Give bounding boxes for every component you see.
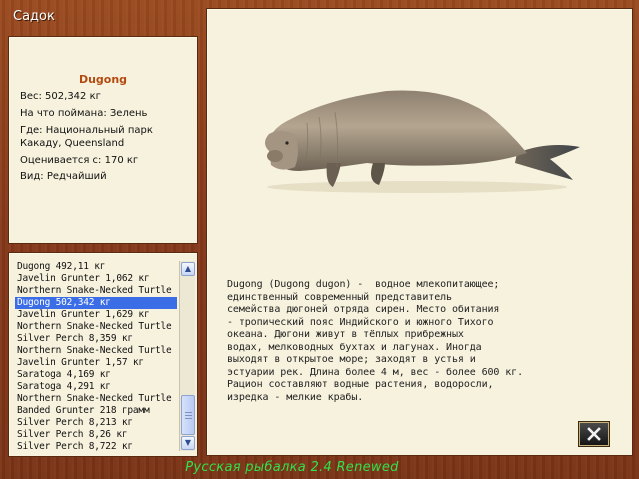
catch-list-item[interactable]: Javelin Grunter 1,57 кг	[15, 357, 177, 369]
catch-list-item[interactable]: Northern Snake-Necked Turtle	[15, 393, 177, 405]
weight-text: Вес: 502,342 кг	[20, 91, 101, 102]
catch-list-panel: Dugong 492,11 кг Javelin Grunter 1,062 кг…	[8, 252, 198, 457]
catch-list-item[interactable]: Northern Snake-Necked Turtle	[15, 321, 177, 333]
list-scrollbar[interactable]: ▲ ▼	[179, 261, 195, 451]
catch-list-item[interactable]: Northern Snake-Necked Turtle	[15, 285, 177, 297]
catch-list-item[interactable]: Silver Perch 8,213 кг	[15, 417, 177, 429]
catch-list-item[interactable]: Saratoga 4,169 кг	[15, 369, 177, 381]
close-x-icon	[587, 427, 601, 441]
grip-line	[185, 412, 192, 413]
species-type-text: Вид: Редчайший	[20, 171, 107, 182]
catch-list-item[interactable]: Dugong 492,11 кг	[15, 261, 177, 273]
catch-list-item[interactable]: Dugong 502,342 кг	[15, 297, 177, 309]
catch-list[interactable]: Dugong 492,11 кг Javelin Grunter 1,062 кг…	[15, 261, 177, 451]
game-version-footer: Русская рыбалка 2.4 Renewed	[185, 460, 399, 475]
description-panel: Dugong (Dugong dugon) - водное млекопита…	[206, 8, 633, 456]
dugong-eye	[285, 141, 289, 145]
catch-list-item[interactable]: Silver Perch 8,359 кг	[15, 333, 177, 345]
value-text: Оценивается с: 170 кг	[20, 155, 139, 166]
catch-list-item[interactable]: Silver Perch 8,26 кг	[15, 429, 177, 441]
catch-list-item[interactable]: Northern Snake-Necked Turtle	[15, 345, 177, 357]
bait-text: На что поймана: Зелень	[20, 108, 148, 119]
chevron-down-icon[interactable]: ▼	[181, 436, 195, 450]
catch-list-item[interactable]: Javelin Grunter 1,629 кг	[15, 309, 177, 321]
species-description: Dugong (Dugong dugon) - водное млекопита…	[227, 279, 524, 403]
catch-list-item[interactable]: Silver Perch 8,722 кг	[15, 441, 177, 451]
catch-list-item[interactable]: Javelin Grunter 1,062 кг	[15, 273, 177, 285]
catch-list-item[interactable]: Banded Grunter 218 грамм	[15, 405, 177, 417]
grip-line	[185, 418, 192, 419]
catch-info-panel: Dugong Вес: 502,342 кг На что поймана: З…	[8, 36, 198, 244]
grip-line	[185, 415, 192, 416]
dugong-tail	[515, 145, 580, 180]
shadow	[267, 181, 567, 193]
location-text: Где: Национальный парк Какаду, Queenslan…	[20, 125, 153, 149]
dugong-head	[265, 130, 298, 170]
chevron-up-icon[interactable]: ▲	[181, 262, 195, 276]
catch-list-item[interactable]: Saratoga 4,291 кг	[15, 381, 177, 393]
dugong-image	[265, 90, 580, 193]
dugong-snout	[267, 150, 283, 162]
scrollbar-thumb[interactable]	[181, 395, 195, 435]
fish-name: Dugong	[78, 73, 128, 86]
close-button[interactable]	[579, 422, 609, 446]
window-title: Садок	[13, 9, 55, 24]
